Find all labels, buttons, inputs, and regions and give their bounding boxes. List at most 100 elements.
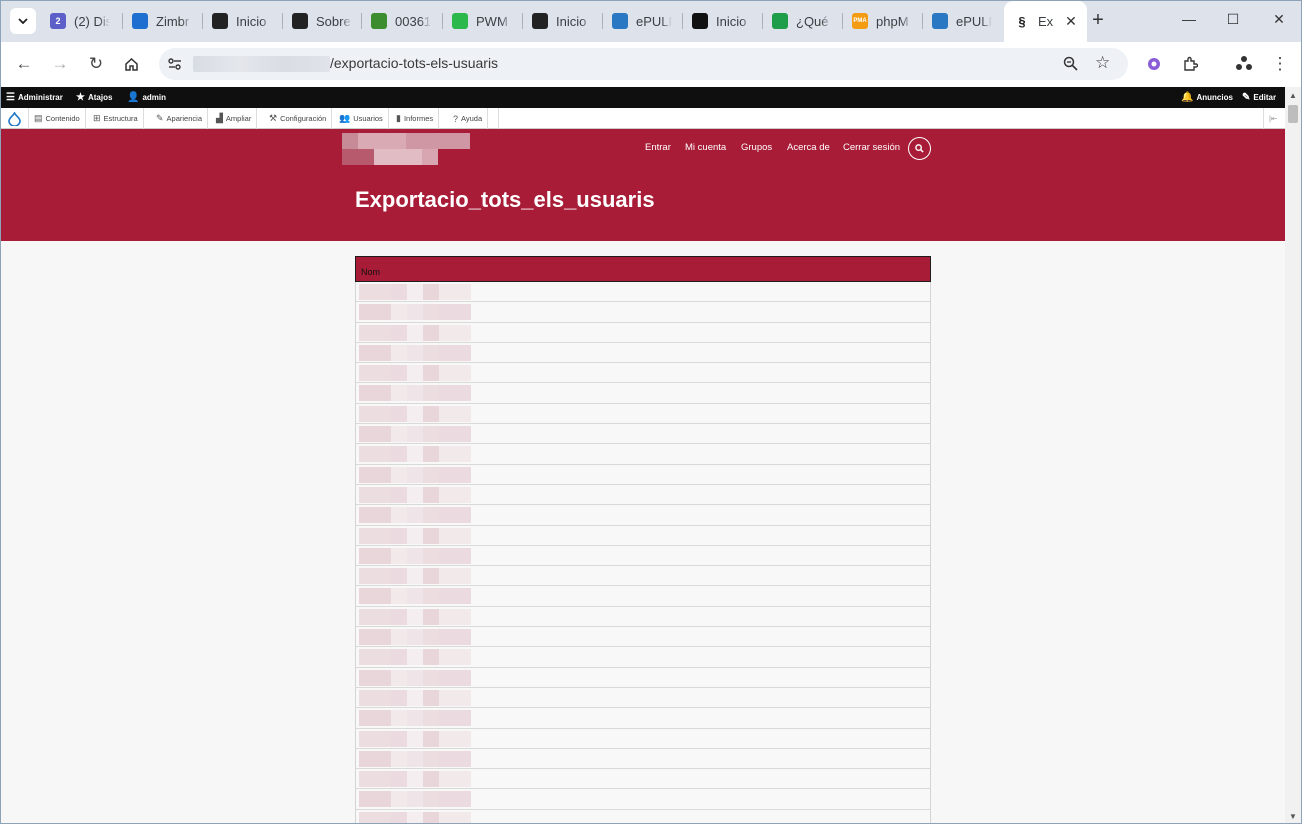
user-icon: 👤	[127, 92, 140, 103]
scroll-down-icon[interactable]: ▼	[1289, 812, 1297, 821]
admin-toolbar-user[interactable]: 👤 admin	[127, 92, 166, 103]
drupal-icon	[212, 13, 228, 29]
page-scrollbar[interactable]: ▲ ▼	[1285, 87, 1301, 823]
redacted-user-name	[359, 669, 474, 686]
address-bar[interactable]: /exportacio-tots-els-usuaris ☆	[159, 48, 1128, 80]
reload-icon[interactable]: ↻	[85, 53, 107, 75]
window-close-icon[interactable]: ✕	[1271, 11, 1287, 27]
tray-item[interactable]: ⊞ Estructura	[88, 108, 144, 129]
drupal-icon: §	[1018, 14, 1026, 29]
redacted-user-name	[359, 588, 474, 605]
tray-item[interactable]: 👥 Usuarios	[334, 108, 389, 129]
tab-separator	[922, 13, 923, 29]
scroll-thumb[interactable]	[1288, 105, 1298, 123]
site-search-button[interactable]	[908, 137, 931, 160]
browser-tab[interactable]: Inicio	[532, 9, 592, 33]
browser-tab[interactable]: ePULF	[612, 9, 672, 33]
admin-toolbar-label: admin	[142, 93, 167, 102]
browser-tab[interactable]: Zimbr	[132, 9, 192, 33]
url-host-redacted	[193, 56, 330, 72]
site-info-icon[interactable]	[167, 56, 183, 72]
tray-item[interactable]: ▮ Informes	[391, 108, 440, 129]
back-icon[interactable]: ←	[13, 53, 35, 75]
tray-item[interactable]: ✎ Apariencia	[151, 108, 208, 129]
tab-separator	[122, 13, 123, 29]
table-row	[355, 809, 931, 823]
forward-icon[interactable]: →	[49, 53, 71, 75]
browser-tab[interactable]: PMA phpM	[852, 9, 912, 33]
table-row	[355, 484, 931, 506]
browser-tab[interactable]: 2 (2) Dis	[50, 9, 110, 33]
redacted-user-name	[359, 405, 474, 422]
tab-title: Sobre	[316, 13, 351, 29]
active-tab[interactable]: § Ex ✕	[1004, 1, 1087, 42]
browser-tab[interactable]: ¿Qué	[772, 9, 832, 33]
close-icon[interactable]: ✕	[1065, 13, 1077, 30]
table-row	[355, 464, 931, 485]
table-row	[355, 769, 931, 790]
star-icon: ★	[76, 92, 85, 103]
drupal-icon	[532, 13, 548, 29]
table-header-nom[interactable]: Nom	[355, 256, 931, 282]
brush-icon: ✎	[156, 113, 164, 123]
table-row	[355, 545, 931, 567]
redacted-user-name	[359, 629, 474, 646]
redacted-user-name	[359, 771, 474, 788]
tab-separator	[842, 13, 843, 29]
admin-toolbar-announcements[interactable]: 🔔 Anuncios	[1181, 92, 1233, 103]
table-row	[355, 505, 931, 526]
tray-orientation-icon[interactable]: |⇤	[1263, 108, 1282, 129]
browser-tab[interactable]: 00361	[371, 9, 431, 33]
tray-item[interactable]: ▟ Ampliar	[211, 108, 258, 129]
new-tab-button[interactable]: +	[1088, 10, 1108, 32]
tab-separator	[282, 13, 283, 29]
browser-tab[interactable]: Sobre	[292, 9, 352, 33]
table-row	[355, 687, 931, 709]
admin-toolbar-label: Administrar	[17, 93, 63, 102]
main-nav-link[interactable]: Mi cuenta	[685, 142, 726, 156]
profile-avatar-icon[interactable]	[1233, 53, 1255, 75]
redacted-user-name	[359, 568, 474, 585]
bookmark-star-icon[interactable]: ☆	[1095, 53, 1110, 73]
tab-strip: 2 (2) Dis Zimbr Inicio Sobre 00361 PWM Inicio eP…	[1, 1, 1301, 42]
drupal-home-icon[interactable]	[1, 108, 29, 129]
redacted-user-name	[359, 649, 474, 666]
lock-icon	[692, 13, 708, 29]
redacted-user-name	[359, 608, 474, 625]
minimize-icon[interactable]: —	[1181, 11, 1197, 27]
tab-separator	[762, 13, 763, 29]
redacted-user-name	[359, 507, 474, 524]
extensions-puzzle-icon[interactable]	[1179, 53, 1201, 75]
redacted-user-name	[359, 344, 474, 361]
table-row	[355, 444, 931, 465]
kebab-menu-icon[interactable]: ⋮	[1269, 53, 1291, 75]
zimbra-icon	[132, 13, 148, 29]
home-icon[interactable]	[120, 53, 142, 75]
browser-tab[interactable]: Inicio	[692, 9, 752, 33]
main-nav-link[interactable]: Acerca de	[787, 142, 830, 156]
tab-search-button[interactable]	[10, 8, 36, 34]
main-nav-link[interactable]: Entrar	[645, 142, 671, 156]
browser-tab[interactable]: ePULF	[932, 9, 992, 33]
site-logo[interactable]	[342, 133, 470, 165]
table-row	[355, 627, 931, 648]
puzzle-icon: ▟	[216, 113, 223, 123]
site-header: Entrar Mi cuenta Grupos Acerca de Cerrar ses…	[1, 129, 1285, 241]
admin-toolbar-manage[interactable]: ☰ Administrar	[6, 92, 63, 103]
maximize-icon[interactable]: ☐	[1225, 11, 1241, 27]
browser-tab[interactable]: Inicio	[212, 9, 272, 33]
zoom-icon[interactable]	[1063, 56, 1078, 74]
tab-separator	[442, 13, 443, 29]
extension-gear-icon[interactable]	[1143, 53, 1165, 75]
admin-toolbar-edit[interactable]: ✎ Editar	[1242, 92, 1276, 103]
tray-item[interactable]: ? Ayuda	[448, 108, 489, 129]
tray-item[interactable]: ▤ Contenido	[29, 108, 86, 129]
table-row	[355, 383, 931, 404]
tray-item[interactable]: ⚒ Configuración	[264, 108, 333, 129]
main-nav-link[interactable]: Grupos	[741, 142, 772, 156]
pencil-icon: ✎	[1242, 92, 1251, 103]
main-nav-link[interactable]: Cerrar sesión	[843, 142, 900, 156]
browser-tab[interactable]: PWM	[452, 9, 512, 33]
admin-toolbar-shortcuts[interactable]: ★ Atajos	[76, 92, 112, 103]
scroll-up-icon[interactable]: ▲	[1289, 91, 1297, 100]
